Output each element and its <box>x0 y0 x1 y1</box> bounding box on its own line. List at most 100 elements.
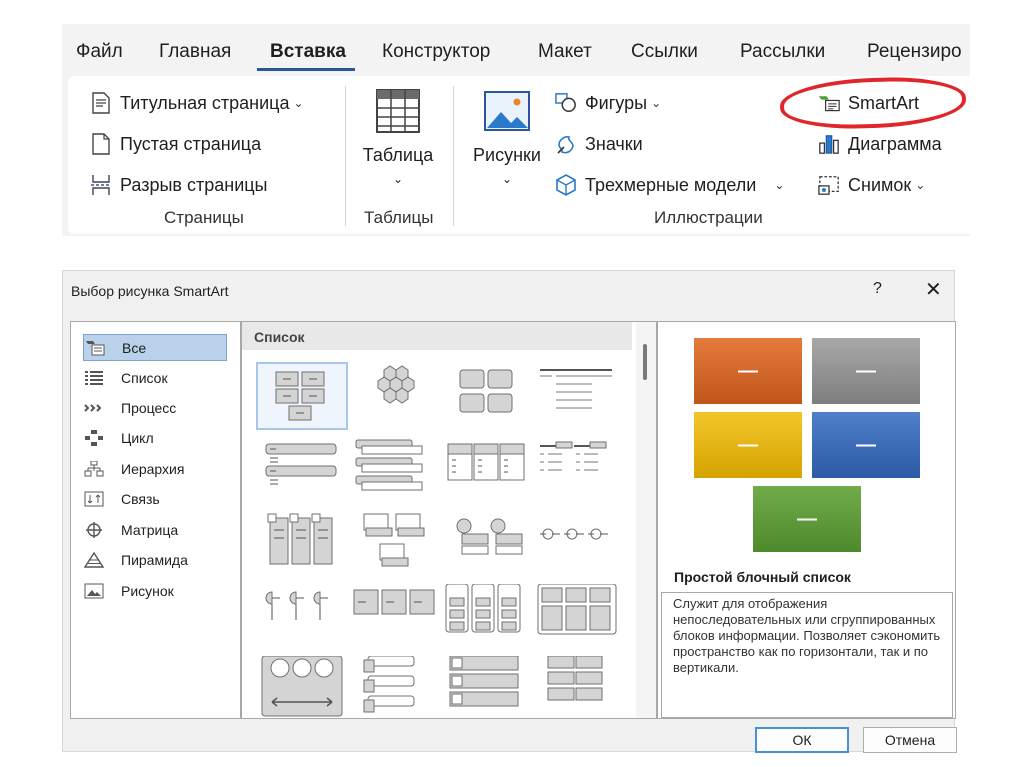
dialog-title: Выбор рисунка SmartArt <box>71 283 229 299</box>
tab-review[interactable]: Рецензиро <box>867 41 962 63</box>
layout-hexagon-cluster[interactable] <box>348 362 440 430</box>
blank-page-button[interactable]: Пустая страница <box>90 133 261 155</box>
screenshot-icon <box>818 174 840 196</box>
screenshot-label: Снимок <box>848 174 912 195</box>
category-label: Рисунок <box>121 582 174 599</box>
chevron-down-icon: ⌄ <box>651 96 662 110</box>
ok-button[interactable]: ОК <box>755 727 849 753</box>
table-button[interactable]: Таблица ⌄ <box>358 88 438 186</box>
chevron-down-icon: ⌄ <box>293 96 304 110</box>
tab-mailings[interactable]: Рассылки <box>740 41 825 63</box>
layout-half-circle-list[interactable] <box>256 584 348 652</box>
icons-icon <box>555 133 577 155</box>
page-break-button[interactable]: Разрыв страницы <box>90 174 268 196</box>
scroll-thumb[interactable] <box>643 344 647 380</box>
chevron-down-icon: ⌄ <box>915 178 926 192</box>
tab-insert[interactable]: Вставка <box>270 41 346 63</box>
tab-file[interactable]: Файл <box>76 41 123 63</box>
cube-icon <box>555 174 577 196</box>
tab-layout[interactable]: Макет <box>538 41 592 63</box>
ribbon: Файл Главная Вставка Конструктор Макет С… <box>62 24 970 236</box>
illustrations-group-label: Иллюстрации <box>654 208 763 227</box>
process-icon <box>83 399 105 417</box>
all-layouts-icon <box>84 339 106 357</box>
category-hierarchy[interactable]: Иерархия <box>83 455 227 482</box>
category-process[interactable]: Процесс <box>83 394 227 421</box>
picture-icon <box>483 88 531 139</box>
preview-block-3: — <box>694 412 802 478</box>
category-picture[interactable]: Рисунок <box>83 577 227 604</box>
layout-stacked-list[interactable] <box>348 436 440 504</box>
shapes-button[interactable]: Фигуры ⌄ <box>555 92 661 114</box>
preview-pane: — — — — — Простой блочный список Служит … <box>657 321 956 719</box>
layout-tab-list[interactable] <box>532 583 624 652</box>
category-cycle[interactable]: Цикл <box>83 424 227 451</box>
smartart-dialog: Выбор рисунка SmartArt ? ✕ Все Список Пр… <box>62 270 957 753</box>
category-relationship[interactable]: Связь <box>83 485 227 512</box>
pictures-button[interactable]: Рисунки ⌄ <box>464 88 550 186</box>
layout-vertical-bullet-list[interactable] <box>256 436 348 504</box>
layout-dot-list[interactable] <box>532 510 624 578</box>
layout-circle-list[interactable] <box>440 510 532 578</box>
layout-table-list[interactable] <box>532 436 624 504</box>
layout-trapezoid-list[interactable] <box>256 510 348 578</box>
tab-home[interactable]: Главная <box>159 41 231 63</box>
page-break-label: Разрыв страницы <box>120 174 268 195</box>
tab-design[interactable]: Конструктор <box>382 41 490 63</box>
section-title: Список <box>254 329 305 345</box>
cover-page-label: Титульная страница <box>120 92 290 113</box>
layout-picture-caption[interactable] <box>348 510 440 578</box>
layout-name: Простой блочный список <box>674 569 851 585</box>
cancel-button[interactable]: Отмена <box>863 727 957 753</box>
chart-button[interactable]: Диаграмма <box>818 133 942 155</box>
close-icon[interactable]: ✕ <box>925 277 942 302</box>
chart-label: Диаграмма <box>848 133 942 154</box>
3d-models-label: Трехмерные модели <box>585 174 757 195</box>
layout-arrow-process-list[interactable] <box>348 584 440 652</box>
relationship-icon <box>83 490 105 508</box>
blank-page-label: Пустая страница <box>120 133 262 154</box>
3d-models-button[interactable]: Трехмерные модели ⌄ <box>555 174 784 196</box>
group-separator <box>453 86 454 226</box>
category-pyramid[interactable]: Пирамида <box>83 546 227 573</box>
category-list-item[interactable]: Список <box>83 364 227 391</box>
layout-basic-block-list[interactable] <box>256 362 348 430</box>
layout-gallery: Список <box>241 321 657 719</box>
tab-references[interactable]: Ссылки <box>631 41 698 63</box>
layout-picture-strips[interactable] <box>440 655 532 718</box>
category-label: Цикл <box>121 429 154 446</box>
matrix-icon <box>83 521 105 539</box>
preview-block-4: — <box>812 412 920 478</box>
gallery-scrollbar[interactable] <box>636 322 656 718</box>
gallery-section-header: Список <box>242 322 632 350</box>
category-matrix[interactable]: Матрица <box>83 516 227 543</box>
layout-bracket-list[interactable] <box>348 655 440 718</box>
layout-vertical-box-list[interactable] <box>440 583 532 652</box>
help-icon[interactable]: ? <box>873 280 882 298</box>
screenshot-button[interactable]: Снимок ⌄ <box>818 174 925 196</box>
category-label: Все <box>122 339 147 356</box>
layout-grouped-blocks[interactable] <box>440 362 532 430</box>
group-separator <box>345 86 346 226</box>
layout-lined-list[interactable] <box>532 362 624 430</box>
category-label: Матрица <box>121 521 179 538</box>
bar-chart-icon <box>818 133 840 155</box>
layout-circle-arrow-list[interactable] <box>256 655 348 718</box>
tables-group-label: Таблицы <box>364 208 434 227</box>
pages-group-label: Страницы <box>164 208 244 227</box>
shapes-label: Фигуры <box>585 92 648 113</box>
icons-label: Значки <box>585 133 643 154</box>
category-label: Связь <box>121 490 160 507</box>
category-all[interactable]: Все <box>83 334 227 361</box>
picture-icon <box>83 582 105 600</box>
icons-button[interactable]: Значки <box>555 133 643 155</box>
pyramid-icon <box>83 551 105 569</box>
category-list: Все Список Процесс Цикл Иерархия Связь М… <box>70 321 241 719</box>
layout-brick-list[interactable] <box>532 655 624 718</box>
category-label: Процесс <box>121 399 177 416</box>
layout-description: Служит для отображения непоследовательны… <box>661 592 953 718</box>
cover-page-icon <box>90 92 112 114</box>
table-icon <box>375 88 421 139</box>
layout-horizontal-bullet-list[interactable] <box>440 436 532 504</box>
cover-page-button[interactable]: Титульная страница ⌄ <box>90 92 304 114</box>
